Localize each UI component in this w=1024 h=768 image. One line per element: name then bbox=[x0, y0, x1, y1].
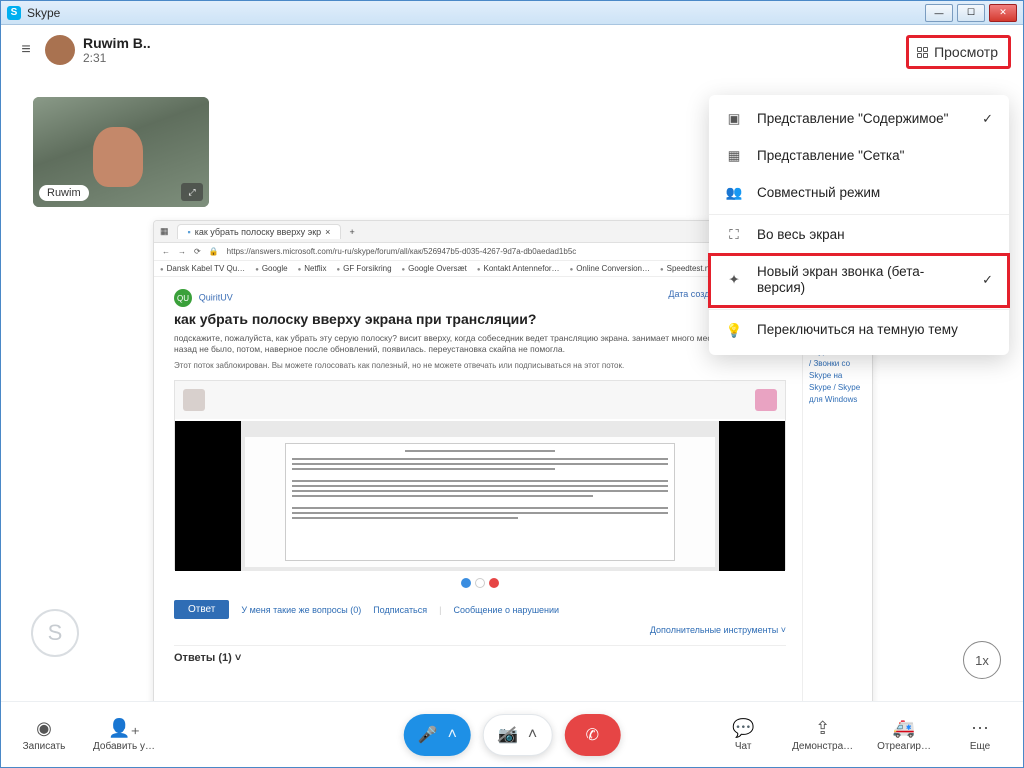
camera-off-icon: 📷 bbox=[498, 725, 518, 745]
react-icon: 🚑 bbox=[893, 718, 915, 739]
browser-tab[interactable]: ▪ как убрать полоску вверху экр × bbox=[177, 224, 342, 239]
grid-icon bbox=[917, 47, 928, 58]
check-icon: ✓ bbox=[982, 272, 993, 288]
share-icon: ⇪ bbox=[815, 718, 830, 739]
share-button[interactable]: ⇪ Демонстра… bbox=[792, 718, 853, 752]
view-label: Просмотр bbox=[934, 44, 998, 60]
close-button[interactable]: ✕ bbox=[989, 4, 1017, 22]
call-duration: 2:31 bbox=[83, 51, 151, 65]
window-title: Skype bbox=[27, 6, 925, 20]
participant-video[interactable]: Ruwim ⤢ bbox=[33, 97, 209, 207]
answer-button[interactable]: Ответ bbox=[174, 600, 229, 619]
more-icon: ⋯ bbox=[971, 718, 989, 739]
mic-button[interactable]: 🎤 ˄ bbox=[404, 714, 471, 756]
grid-view-icon: ▦ bbox=[725, 148, 743, 164]
participant-name: Ruwim bbox=[39, 185, 89, 201]
lock-icon: 🔒 bbox=[209, 247, 219, 256]
view-content-item[interactable]: ▣ Представление "Содержимое" ✓ bbox=[709, 101, 1009, 138]
add-user-icon: 👤₊ bbox=[108, 718, 140, 739]
question-sub: Этот поток заблокирован. Вы можете голос… bbox=[174, 361, 786, 370]
record-button[interactable]: ◉ Записать bbox=[19, 718, 69, 752]
skype-app-icon: S bbox=[7, 6, 21, 20]
mic-icon: 🎤 bbox=[418, 725, 438, 745]
chevron-up-icon[interactable]: ˄ bbox=[448, 726, 457, 744]
screenshot-image bbox=[174, 380, 786, 570]
together-icon: 👥 bbox=[725, 185, 743, 201]
fullscreen-icon: ⛶ bbox=[725, 227, 743, 243]
question-title: как убрать полоску вверху экрана при тра… bbox=[174, 311, 786, 327]
more-tools[interactable]: Дополнительные инструменты ˅ bbox=[174, 625, 786, 635]
view-together-item[interactable]: 👥 Совместный режим bbox=[709, 175, 1009, 212]
chat-button[interactable]: 💬 Чат bbox=[718, 718, 768, 752]
view-grid-item[interactable]: ▦ Представление "Сетка" bbox=[709, 138, 1009, 175]
author-name[interactable]: QuiritUV bbox=[199, 293, 233, 303]
minimize-button[interactable]: — bbox=[925, 4, 953, 22]
window-titlebar: S Skype — ☐ ✕ bbox=[1, 1, 1023, 25]
react-button[interactable]: 🚑 Отреагир… bbox=[877, 718, 931, 752]
report-link[interactable]: Сообщение о нарушении bbox=[453, 605, 559, 615]
answers-header[interactable]: Ответы (1) ˅ bbox=[174, 645, 786, 664]
speed-badge[interactable]: 1x bbox=[963, 641, 1001, 679]
forward-icon[interactable]: → bbox=[178, 247, 186, 256]
avatar bbox=[45, 35, 75, 65]
hangup-button[interactable]: ✆ bbox=[564, 714, 620, 756]
view-dark-theme-item[interactable]: 💡 Переключиться на темную тему bbox=[709, 312, 1009, 349]
check-icon: ✓ bbox=[982, 111, 993, 127]
more-button[interactable]: ⋯ Еще bbox=[955, 718, 1005, 752]
add-participant-button[interactable]: 👤₊ Добавить у… bbox=[93, 718, 155, 752]
author-badge: QU bbox=[174, 289, 192, 307]
view-button[interactable]: Просмотр bbox=[906, 35, 1011, 69]
menu-icon[interactable]: ≡ bbox=[15, 41, 37, 59]
call-header: ≡ Ruwim B.. 2:31 Просмотр bbox=[1, 25, 1023, 75]
view-new-call-screen-item[interactable]: ✦ Новый экран звонка (бета-версия) ✓ bbox=[709, 254, 1009, 308]
content-view-icon: ▣ bbox=[725, 111, 743, 127]
camera-button[interactable]: 📷 ˄ bbox=[483, 714, 552, 756]
contact-name: Ruwim B.. bbox=[83, 35, 151, 51]
view-menu: ▣ Представление "Содержимое" ✓ ▦ Предста… bbox=[709, 95, 1009, 355]
wand-icon: ✦ bbox=[725, 272, 743, 288]
back-icon[interactable]: ← bbox=[162, 247, 170, 256]
call-footer: ◉ Записать 👤₊ Добавить у… 🎤 ˄ 📷 ˄ bbox=[1, 701, 1023, 767]
record-icon: ◉ bbox=[36, 718, 52, 739]
lightbulb-icon: 💡 bbox=[725, 323, 743, 339]
subscribe-link[interactable]: Подписаться bbox=[373, 605, 427, 615]
refresh-icon[interactable]: ⟳ bbox=[194, 247, 201, 256]
new-tab-icon[interactable]: + bbox=[349, 227, 354, 237]
tab-list-icon[interactable]: ▦ bbox=[160, 226, 169, 237]
question-desc: подскажите, пожалуйста, как убрать эту с… bbox=[174, 333, 786, 355]
chat-icon: 💬 bbox=[732, 718, 754, 739]
maximize-button[interactable]: ☐ bbox=[957, 4, 985, 22]
phone-icon: ✆ bbox=[586, 725, 599, 745]
chevron-up-icon[interactable]: ˄ bbox=[528, 726, 537, 744]
expand-icon[interactable]: ⤢ bbox=[181, 183, 203, 201]
view-fullscreen-item[interactable]: ⛶ Во весь экран bbox=[709, 217, 1009, 254]
same-question-link[interactable]: У меня такие же вопросы (0) bbox=[241, 605, 361, 615]
skype-logo-icon: S bbox=[31, 609, 79, 657]
